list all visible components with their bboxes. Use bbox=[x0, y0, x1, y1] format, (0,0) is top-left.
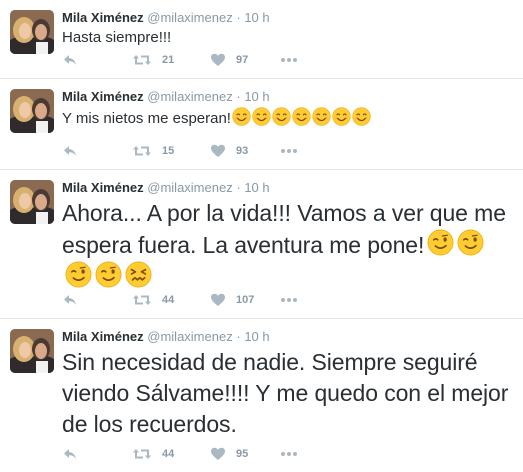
timestamp[interactable]: 10 h bbox=[244, 180, 269, 195]
timestamp[interactable]: 10 h bbox=[244, 10, 269, 25]
smiling-face-emoji bbox=[252, 107, 271, 126]
retweet-icon bbox=[132, 446, 152, 462]
timestamp[interactable]: 10 h bbox=[244, 329, 269, 344]
tweet-text: Hasta siempre!!! bbox=[62, 28, 513, 48]
avatar[interactable] bbox=[10, 89, 54, 133]
winking-face-emoji bbox=[95, 261, 122, 288]
tweet[interactable]: Mila Ximénez @milaximenez · 10 h Ahora..… bbox=[0, 170, 523, 319]
more-button[interactable] bbox=[280, 57, 298, 63]
more-dots-icon bbox=[280, 148, 298, 154]
tweet[interactable]: Mila Ximénez @milaximenez · 10 h Sin nec… bbox=[0, 319, 523, 472]
retweet-icon bbox=[132, 143, 152, 159]
winking-face-emoji bbox=[65, 261, 92, 288]
emoji-row bbox=[231, 110, 371, 127]
author-name[interactable]: Mila Ximénez bbox=[62, 89, 144, 104]
smiling-face-emoji bbox=[272, 107, 291, 126]
tweet-actions: 15 93 bbox=[62, 143, 298, 159]
retweet-count: 21 bbox=[162, 54, 175, 66]
like-button[interactable]: 97 bbox=[210, 52, 280, 68]
avatar[interactable] bbox=[10, 329, 54, 373]
author-handle[interactable]: @milaximenez bbox=[147, 10, 232, 25]
reply-icon bbox=[62, 446, 78, 462]
separator: · bbox=[236, 329, 241, 344]
like-button[interactable]: 107 bbox=[210, 292, 280, 308]
tweet-text-content: Hasta siempre!!! bbox=[62, 29, 172, 46]
separator: · bbox=[236, 89, 241, 104]
like-button[interactable]: 95 bbox=[210, 446, 280, 462]
author-handle[interactable]: @milaximenez bbox=[147, 89, 232, 104]
retweet-count: 15 bbox=[162, 145, 175, 157]
author-name[interactable]: Mila Ximénez bbox=[62, 329, 144, 344]
tweet-text: Ahora... A por la vida!!! Vamos a ver qu… bbox=[62, 198, 513, 293]
author-handle[interactable]: @milaximenez bbox=[147, 329, 232, 344]
more-button[interactable] bbox=[280, 297, 298, 303]
smiling-face-emoji bbox=[312, 107, 331, 126]
more-button[interactable] bbox=[280, 148, 298, 154]
tweet-header: Mila Ximénez @milaximenez · 10 h bbox=[62, 319, 513, 345]
retweet-icon bbox=[132, 52, 152, 68]
smiling-face-emoji bbox=[332, 107, 351, 126]
winking-face-emoji bbox=[427, 229, 454, 256]
heart-icon bbox=[210, 446, 226, 462]
separator: · bbox=[236, 10, 241, 25]
reply-button[interactable] bbox=[62, 52, 132, 68]
avatar[interactable] bbox=[10, 10, 54, 54]
tweet-text-content: Sin necesidad de nadie. Siempre seguiré … bbox=[62, 349, 509, 437]
reply-icon bbox=[62, 292, 78, 308]
timestamp[interactable]: 10 h bbox=[244, 89, 269, 104]
smiling-face-emoji bbox=[232, 107, 251, 126]
author-handle[interactable]: @milaximenez bbox=[147, 180, 232, 195]
tweet-actions: 44 107 bbox=[62, 292, 298, 308]
retweet-button[interactable]: 44 bbox=[132, 446, 210, 462]
heart-icon bbox=[210, 292, 226, 308]
retweet-count: 44 bbox=[162, 448, 175, 460]
like-count: 97 bbox=[236, 54, 249, 66]
tweet-header: Mila Ximénez @milaximenez · 10 h bbox=[62, 0, 513, 26]
tweet[interactable]: Mila Ximénez @milaximenez · 10 h Hasta s… bbox=[0, 0, 523, 79]
retweet-count: 44 bbox=[162, 294, 175, 306]
winking-face-emoji bbox=[457, 229, 484, 256]
reply-icon bbox=[62, 143, 78, 159]
reply-button[interactable] bbox=[62, 292, 132, 308]
more-dots-icon bbox=[280, 57, 298, 63]
retweet-button[interactable]: 21 bbox=[132, 52, 210, 68]
tweet-text: Y mis nietos me esperan! bbox=[62, 107, 513, 129]
reply-icon bbox=[62, 52, 78, 68]
heart-icon bbox=[210, 52, 226, 68]
more-dots-icon bbox=[280, 297, 298, 303]
more-dots-icon bbox=[280, 451, 298, 457]
more-button[interactable] bbox=[280, 451, 298, 457]
tweet-header: Mila Ximénez @milaximenez · 10 h bbox=[62, 170, 513, 196]
tweet-text: Sin necesidad de nadie. Siempre seguiré … bbox=[62, 347, 513, 440]
like-count: 93 bbox=[236, 145, 249, 157]
smiling-face-emoji bbox=[352, 107, 371, 126]
avatar[interactable] bbox=[10, 180, 54, 224]
like-button[interactable]: 93 bbox=[210, 143, 280, 159]
retweet-button[interactable]: 44 bbox=[132, 292, 210, 308]
tweet[interactable]: Mila Ximénez @milaximenez · 10 h Y mis n… bbox=[0, 79, 523, 170]
like-count: 95 bbox=[236, 448, 249, 460]
tweet-actions: 44 95 bbox=[62, 446, 298, 462]
reply-button[interactable] bbox=[62, 143, 132, 159]
like-count: 107 bbox=[236, 294, 255, 306]
confounded-face-emoji bbox=[125, 261, 152, 288]
author-name[interactable]: Mila Ximénez bbox=[62, 180, 144, 195]
smiling-face-emoji bbox=[292, 107, 311, 126]
separator: · bbox=[236, 180, 241, 195]
author-name[interactable]: Mila Ximénez bbox=[62, 10, 144, 25]
tweet-text-content: Y mis nietos me esperan! bbox=[62, 110, 231, 127]
retweet-button[interactable]: 15 bbox=[132, 143, 210, 159]
retweet-icon bbox=[132, 292, 152, 308]
heart-icon bbox=[210, 143, 226, 159]
tweet-timeline: Mila Ximénez @milaximenez · 10 h Hasta s… bbox=[0, 0, 523, 472]
reply-button[interactable] bbox=[62, 446, 132, 462]
tweet-actions: 21 97 bbox=[62, 52, 298, 68]
tweet-header: Mila Ximénez @milaximenez · 10 h bbox=[62, 79, 513, 105]
